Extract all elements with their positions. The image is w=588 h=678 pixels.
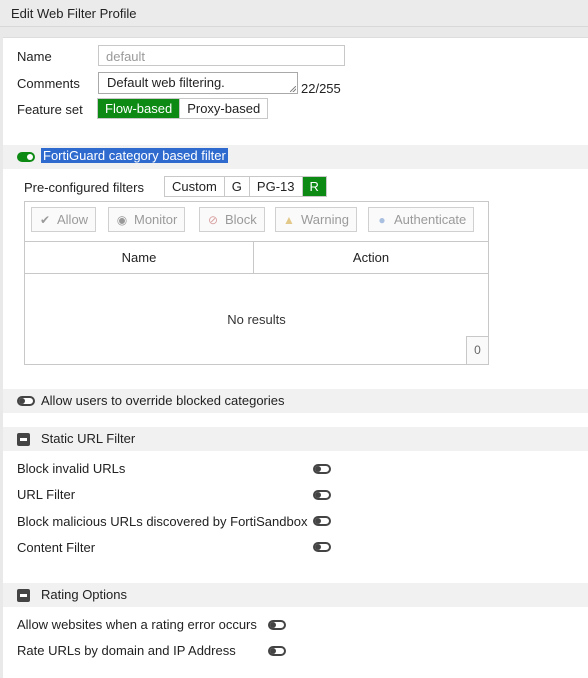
window-titlebar: Edit Web Filter Profile <box>0 0 588 27</box>
filter-pg13[interactable]: PG-13 <box>249 177 303 196</box>
url-filter-toggle[interactable] <box>313 490 331 500</box>
block-malicious-urls-toggle[interactable] <box>313 516 331 526</box>
preconfigured-filters-label: Pre-configured filters <box>24 180 144 195</box>
url-filter-label: URL Filter <box>17 487 76 502</box>
block-icon: ⊘ <box>207 213 219 227</box>
block-invalid-urls-label: Block invalid URLs <box>17 461 126 476</box>
rate-urls-label: Rate URLs by domain and IP Address <box>17 643 236 658</box>
column-name[interactable]: Name <box>25 242 254 273</box>
collapse-icon[interactable] <box>17 589 30 602</box>
window-title: Edit Web Filter Profile <box>11 6 137 21</box>
filter-g[interactable]: G <box>224 177 250 196</box>
feature-set-proxy-based[interactable]: Proxy-based <box>180 99 268 118</box>
empty-state: No results <box>227 312 286 327</box>
override-section: Allow users to override blocked categori… <box>3 389 588 413</box>
block-button[interactable]: ⊘ Block <box>199 207 265 232</box>
allow-button[interactable]: ✔ Allow <box>31 207 97 232</box>
comments-textarea[interactable]: Default web filtering. <box>98 72 298 94</box>
monitor-button[interactable]: ◉ Monitor <box>108 207 186 232</box>
rate-urls-toggle[interactable] <box>268 646 286 656</box>
static-url-section-header: Static URL Filter <box>3 427 588 451</box>
feature-set-toggle: Flow-based Proxy-based <box>97 98 269 119</box>
result-count: 0 <box>466 336 488 364</box>
block-invalid-urls-toggle[interactable] <box>313 464 331 474</box>
block-malicious-urls-label: Block malicious URLs discovered by Forti… <box>17 514 308 529</box>
preconfigured-filters-toggle: Custom G PG-13 R <box>164 176 327 197</box>
filter-r[interactable]: R <box>302 177 326 196</box>
check-circle-icon: ✔ <box>39 213 51 227</box>
category-table: ✔ Allow ◉ Monitor ⊘ Block ▲ Warning ● Authent… <box>24 201 489 365</box>
fortiguard-title: FortiGuard category based filter <box>41 148 228 163</box>
authenticate-button[interactable]: ● Authenticate <box>368 207 475 232</box>
warning-button[interactable]: ▲ Warning <box>275 207 357 232</box>
fortiguard-toggle[interactable] <box>17 152 35 162</box>
eye-icon: ◉ <box>116 213 128 227</box>
filter-custom[interactable]: Custom <box>165 177 225 196</box>
feature-set-label: Feature set <box>17 102 83 117</box>
warning-icon: ▲ <box>283 213 295 227</box>
rating-options-section-header: Rating Options <box>3 583 588 607</box>
column-action[interactable]: Action <box>254 242 488 273</box>
form-panel: Name default Comments Default web filter… <box>3 37 588 678</box>
allow-rating-error-label: Allow websites when a rating error occur… <box>17 617 257 632</box>
fortiguard-section-header: FortiGuard category based filter <box>3 145 588 169</box>
comments-label: Comments <box>17 76 80 91</box>
table-header: Name Action <box>25 241 488 274</box>
override-toggle[interactable] <box>17 396 35 406</box>
collapse-icon[interactable] <box>17 433 30 446</box>
feature-set-flow-based[interactable]: Flow-based <box>98 99 181 118</box>
name-input[interactable]: default <box>98 45 345 66</box>
content-filter-toggle[interactable] <box>313 542 331 552</box>
static-url-title: Static URL Filter <box>41 431 136 446</box>
override-label: Allow users to override blocked categori… <box>41 393 285 408</box>
allow-rating-error-toggle[interactable] <box>268 620 286 630</box>
name-label: Name <box>17 49 52 64</box>
comments-counter: 22/255 <box>301 81 341 96</box>
user-icon: ● <box>378 213 386 227</box>
content-filter-label: Content Filter <box>17 540 96 555</box>
rating-options-title: Rating Options <box>41 587 127 602</box>
